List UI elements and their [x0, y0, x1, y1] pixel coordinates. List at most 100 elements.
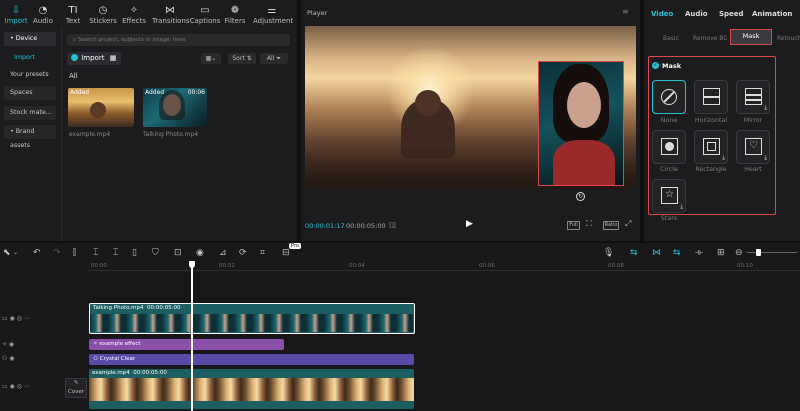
tab-filters[interactable]: ❁ Filters [219, 4, 251, 25]
filter-clip[interactable]: ⚇ Crystal Clear [89, 354, 414, 365]
mask-mirror[interactable]: ⤓ [736, 80, 770, 114]
mask-heart[interactable]: ♡ ⤓ [736, 130, 770, 164]
tick-1: 00:02 [219, 263, 235, 269]
total-time: 00:00:05:00 [346, 222, 386, 230]
overlay-clip-preview[interactable] [538, 61, 624, 186]
subtab-basic[interactable]: Basic [663, 35, 679, 42]
zoom-out-icon[interactable]: ⊖ [735, 247, 743, 259]
ratio-button[interactable]: Ratio [603, 221, 619, 230]
heart-mask-icon: ♡ [745, 138, 762, 155]
captions-icon: ▭ [200, 5, 210, 16]
cover-button[interactable]: ✎ Cover [65, 378, 87, 398]
mask-label-heart: Heart [744, 166, 762, 173]
sidebar-item-device[interactable]: • Device [4, 32, 56, 46]
split-icon[interactable]: ⫿ [73, 247, 76, 259]
download-icon: ⤓ [764, 104, 767, 111]
microphone-icon[interactable]: 🎙︎ [603, 247, 614, 259]
sidebar-item-presets[interactable]: Your presets [4, 68, 56, 82]
sidebar-item-spaces[interactable]: Spaces [4, 86, 56, 100]
tab-adjustment[interactable]: ⚌ Adjustment [253, 4, 293, 25]
freeze-icon[interactable]: ⊡ [174, 247, 182, 259]
current-time: 00:00:01:17 [305, 222, 345, 230]
fullscreen-button[interactable]: Full [567, 221, 580, 230]
tab-transitions[interactable]: ⋈ Transitions [152, 4, 190, 25]
tab-audio[interactable]: ◔ Audio [27, 4, 59, 25]
filters-icon: ❁ [230, 5, 240, 16]
subtab-mask[interactable]: Mask [730, 29, 772, 45]
rotate-handle-icon[interactable]: ↻ [576, 192, 585, 201]
split-view-icon[interactable]: ⟛ [695, 247, 703, 259]
preview-icon[interactable]: ⊞ [717, 247, 725, 259]
tab-speed[interactable]: Speed [719, 10, 744, 18]
mask-circle[interactable] [652, 130, 686, 164]
link-main-icon[interactable]: ⇆ [630, 247, 638, 259]
pro-badge: Pro [289, 243, 301, 249]
mirror-icon[interactable]: ⊿ [219, 247, 227, 259]
track-effect-controls[interactable]: ✧ ◉ [2, 341, 14, 348]
player-menu-icon[interactable]: ≡ [622, 7, 629, 16]
sidebar-item-brand[interactable]: • Brand assets [4, 125, 56, 149]
import-button[interactable]: Import ▦ [67, 52, 121, 65]
select-tool-icon[interactable]: ⬉ [3, 247, 11, 259]
track-overlay-controls[interactable]: ▭ ◉ ◎ ⋯ [2, 315, 30, 322]
delete-icon[interactable]: ▯ [132, 247, 137, 259]
mask-none[interactable] [652, 80, 686, 114]
mask-rectangle[interactable]: ⤓ [694, 130, 728, 164]
redo-icon[interactable]: ↷ [53, 247, 61, 259]
tick-3: 00:06 [479, 263, 495, 269]
split-left-icon[interactable]: ⌶ [93, 247, 98, 259]
layout-dropdown[interactable]: ▦⌄ [201, 53, 221, 64]
media-thumb-example[interactable]: Added [68, 88, 134, 127]
main-clip[interactable]: example.mp4 00:00:05:00 [89, 369, 414, 409]
text-icon: TI [68, 5, 78, 16]
added-badge: Added [145, 89, 165, 96]
expand-icon[interactable]: ⤢ [625, 219, 631, 229]
tab-stickers[interactable]: ◷ Stickers [87, 4, 119, 25]
search-input[interactable]: ⌕ Search project, subjects in image, lin… [67, 34, 290, 46]
sort-button[interactable]: Sort ⇅ [228, 53, 256, 64]
link-clip-icon[interactable]: ⋈ [652, 247, 661, 259]
subtab-retouch[interactable]: Retouch [777, 35, 800, 42]
tab-inspector-audio[interactable]: Audio [685, 10, 708, 18]
overlay-clip[interactable]: Talking Photo.mp4 00:00:05:00 [89, 303, 415, 334]
rotate-icon[interactable]: ⟳ [239, 247, 247, 259]
split-right-icon[interactable]: ⌶ [113, 247, 118, 259]
download-icon: ⤓ [680, 203, 683, 210]
link-track-icon[interactable]: ⇆ [673, 247, 681, 259]
play-button[interactable]: ▶ [466, 219, 473, 229]
zoom-slider[interactable] [747, 252, 797, 253]
track-filter-controls[interactable]: ⚇ ◉ [2, 355, 15, 362]
tick-2: 00:04 [349, 263, 365, 269]
crop-icon[interactable]: ⛶ [586, 219, 592, 229]
tick-4: 00:08 [608, 263, 624, 269]
filter-button[interactable]: All ⏷ [260, 53, 288, 64]
playhead-line[interactable] [191, 267, 193, 411]
subtab-remove-bg[interactable]: Remove BG [693, 35, 727, 42]
track-main-controls[interactable]: ▭ ◉ ◎ ⋯ [2, 383, 30, 390]
mask-checkbox[interactable]: ✓ [652, 62, 659, 69]
tab-video[interactable]: Video [651, 10, 673, 18]
tab-effects[interactable]: ✧ Effects [118, 4, 150, 25]
undo-icon[interactable]: ↶ [33, 247, 41, 259]
shield-icon[interactable]: ⛉ [152, 247, 159, 259]
pro-feature-icon[interactable]: ⊟ [282, 247, 290, 259]
sidebar-item-stock[interactable]: Stock mate... [4, 106, 56, 120]
zoom-slider-thumb[interactable] [756, 249, 761, 256]
tick-5: 00:10 [737, 263, 753, 269]
sidebar-item-import[interactable]: Import [4, 51, 56, 65]
media-thumb-talking-photo[interactable]: Added 00:06 [143, 88, 207, 127]
mask-stars[interactable]: ☆ ⤓ [652, 179, 686, 213]
crop-tool-icon[interactable]: ⌗ [260, 247, 265, 259]
timeline-view-icon[interactable]: ▥ [389, 220, 397, 229]
main-clip-label: example.mp4 00:00:05:00 [92, 370, 167, 376]
reverse-icon[interactable]: ◉ [196, 247, 204, 259]
tab-captions[interactable]: ▭ Captions [189, 4, 221, 25]
mask-horizontal[interactable] [694, 80, 728, 114]
tab-text[interactable]: TI Text [57, 4, 89, 25]
stickers-icon: ◷ [98, 5, 108, 16]
select-dropdown-icon[interactable]: ⌄ [13, 247, 18, 259]
tab-animation[interactable]: Animation [752, 10, 792, 18]
effect-clip[interactable]: ✧ example effect [89, 339, 284, 350]
filter-icon: ⚇ [93, 356, 100, 362]
transitions-icon: ⋈ [165, 5, 175, 16]
